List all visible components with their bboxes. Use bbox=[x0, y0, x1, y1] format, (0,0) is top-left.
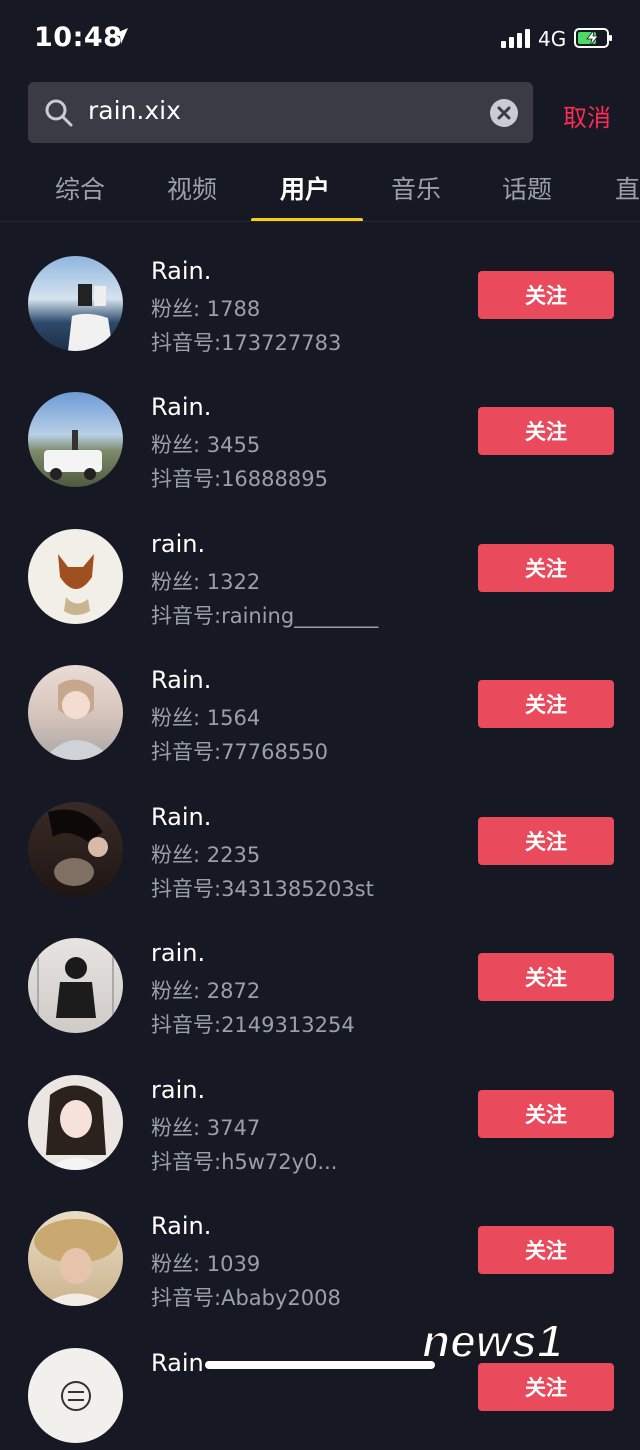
user-row[interactable]: Rain. 粉丝: 3455 抖音号:16888895 关注 bbox=[0, 358, 640, 494]
user-id: 抖音号:77768550 bbox=[151, 740, 328, 764]
user-id: 抖音号:173727783 bbox=[151, 331, 342, 355]
tab-live[interactable]: 直 bbox=[615, 170, 640, 206]
avatar[interactable] bbox=[28, 938, 123, 1033]
battery-charging-icon bbox=[574, 28, 612, 48]
user-row[interactable]: rain. 粉丝: 3747 抖音号:h5w72y0... 关注 bbox=[0, 1041, 640, 1177]
user-id: 抖音号:2149313254 bbox=[151, 1013, 355, 1037]
home-indicator[interactable] bbox=[205, 1361, 435, 1369]
user-name: rain. bbox=[151, 530, 206, 558]
location-arrow-icon bbox=[112, 28, 128, 44]
network-type: 4G bbox=[538, 27, 567, 51]
follow-button[interactable]: 关注 bbox=[478, 680, 614, 728]
avatar[interactable] bbox=[28, 802, 123, 897]
user-name: Rain. bbox=[151, 393, 212, 421]
user-name: Rain. bbox=[151, 803, 212, 831]
search-input[interactable]: rain.xix bbox=[88, 96, 181, 125]
tab-general[interactable]: 综合 bbox=[55, 170, 105, 206]
avatar[interactable] bbox=[28, 256, 123, 351]
watermark-text: news1 bbox=[422, 1315, 563, 1367]
avatar[interactable] bbox=[28, 1348, 123, 1443]
search-icon bbox=[45, 99, 73, 127]
user-name: Rain. bbox=[151, 666, 212, 694]
status-bar: 10:48 4G bbox=[0, 0, 640, 80]
avatar[interactable] bbox=[28, 1075, 123, 1170]
user-name: rain. bbox=[151, 939, 206, 967]
follower-count: 粉丝: 2872 bbox=[151, 979, 261, 1003]
user-row[interactable]: Rain. 粉丝: 1564 抖音号:77768550 关注 bbox=[0, 631, 640, 767]
user-name: Rain. bbox=[151, 1212, 212, 1240]
news1-watermark-logo: news1 bbox=[421, 1314, 564, 1368]
tab-video[interactable]: 视频 bbox=[167, 170, 217, 206]
follow-button[interactable]: 关注 bbox=[478, 953, 614, 1001]
user-name: Rain bbox=[151, 1349, 204, 1377]
avatar[interactable] bbox=[28, 529, 123, 624]
avatar[interactable] bbox=[28, 392, 123, 487]
cancel-button[interactable]: 取消 bbox=[563, 98, 611, 133]
search-bar[interactable]: rain.xix bbox=[28, 82, 533, 143]
user-id: 抖音号:h5w72y0... bbox=[151, 1150, 338, 1174]
follow-button[interactable]: 关注 bbox=[478, 271, 614, 319]
user-row[interactable]: rain. 粉丝: 1322 抖音号:raining________ 关注 bbox=[0, 495, 640, 631]
follower-count: 粉丝: 1322 bbox=[151, 570, 261, 594]
user-row[interactable]: Rain. 粉丝: 2235 抖音号:3431385203st 关注 bbox=[0, 768, 640, 904]
clear-icon[interactable] bbox=[489, 98, 519, 128]
follower-count: 粉丝: 1788 bbox=[151, 297, 261, 321]
category-tabs: 综合 视频 用户 音乐 话题 直 bbox=[0, 150, 640, 222]
follower-count: 粉丝: 1564 bbox=[151, 706, 261, 730]
follow-button[interactable]: 关注 bbox=[478, 1226, 614, 1274]
follower-count: 粉丝: 2235 bbox=[151, 843, 261, 867]
user-row[interactable]: rain. 粉丝: 2872 抖音号:2149313254 关注 bbox=[0, 904, 640, 1040]
user-name: Rain. bbox=[151, 257, 212, 285]
tab-music[interactable]: 音乐 bbox=[391, 170, 441, 206]
tab-users[interactable]: 用户 bbox=[280, 170, 330, 206]
follower-count: 粉丝: 3455 bbox=[151, 433, 261, 457]
avatar[interactable] bbox=[28, 665, 123, 760]
follow-button[interactable]: 关注 bbox=[478, 544, 614, 592]
user-id: 抖音号:Ababy2008 bbox=[151, 1286, 341, 1310]
follow-button[interactable]: 关注 bbox=[478, 817, 614, 865]
user-id: 抖音号:raining________ bbox=[151, 604, 379, 628]
user-row[interactable]: Rain. 粉丝: 1039 抖音号:Ababy2008 关注 bbox=[0, 1177, 640, 1313]
follow-button[interactable]: 关注 bbox=[478, 1090, 614, 1138]
follower-count: 粉丝: 3747 bbox=[151, 1116, 261, 1140]
follow-button[interactable]: 关注 bbox=[478, 407, 614, 455]
avatar[interactable] bbox=[28, 1211, 123, 1306]
user-row[interactable]: Rain. 粉丝: 1788 抖音号:173727783 关注 bbox=[0, 222, 640, 358]
user-id: 抖音号:16888895 bbox=[151, 467, 328, 491]
tab-topics[interactable]: 话题 bbox=[502, 170, 552, 206]
signal-icon bbox=[501, 29, 530, 48]
user-name: rain. bbox=[151, 1076, 206, 1104]
follower-count: 粉丝: 1039 bbox=[151, 1252, 261, 1276]
user-id: 抖音号:3431385203st bbox=[151, 877, 374, 901]
